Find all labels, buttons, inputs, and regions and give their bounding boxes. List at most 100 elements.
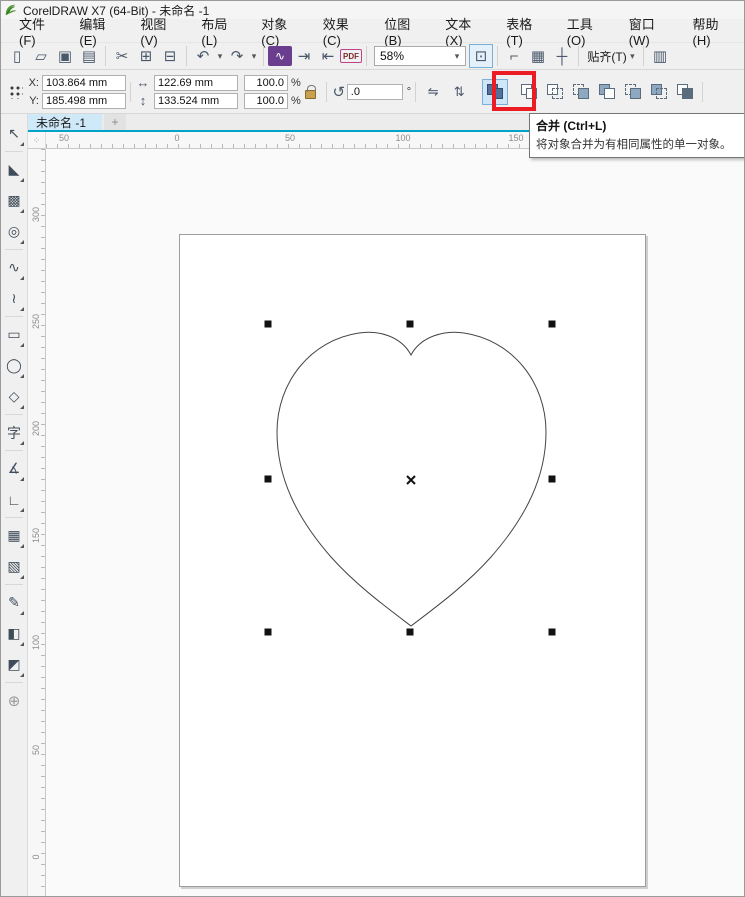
save-button[interactable]: ▣ [53,44,77,68]
guidelines-icon: ┼ [557,48,568,65]
selection-handle[interactable] [549,321,556,328]
color-eyedropper-tool[interactable]: ✎ [2,587,26,618]
shape-tool[interactable]: ◣ [2,154,26,185]
x-position-input[interactable] [42,75,126,91]
vruler-label: 0 [31,850,41,864]
customize-toolbox-button[interactable]: ⊕ [2,685,26,716]
y-position-input[interactable] [42,93,126,109]
undo-dropdown[interactable]: ▾ [215,44,225,68]
pick-tool[interactable]: ↖ [2,118,26,149]
connector-tool[interactable]: ∟ [2,484,26,515]
color-eyedropper-tool-icon: ✎ [8,594,20,611]
open-button[interactable]: ▱ [29,44,53,68]
combine-button[interactable] [482,79,508,105]
smart-fill-tool[interactable]: ◩ [2,649,26,680]
selection-center-x-marker[interactable] [407,476,415,484]
text-tool-icon: 字 [7,423,21,443]
zoom-level-value: 58% [375,49,449,63]
flyout-arrow-icon [20,276,24,280]
transparency-tool[interactable]: ▧ [2,551,26,582]
create-boundary-button[interactable] [672,79,698,105]
publish-pdf-button[interactable]: PDF [340,49,362,63]
toolbox-divider [5,249,23,250]
selection-handle[interactable] [265,321,272,328]
crop-tool[interactable]: ▩ [2,185,26,216]
flyout-arrow-icon [20,240,24,244]
options-button[interactable]: ▥ [648,44,672,68]
vertical-ruler[interactable]: 300250200150100500 [28,149,46,897]
toolbox-divider [5,450,23,451]
new-document-button[interactable]: ▯ [5,44,29,68]
front-minus-back-button[interactable] [620,79,646,105]
redo-arrow-icon: ↷ [231,47,244,65]
flyout-arrow-icon [20,405,24,409]
chevron-down-icon[interactable]: ▾ [449,51,465,62]
redo-button[interactable]: ↷ [225,44,249,68]
weld-button[interactable] [516,79,542,105]
rectangle-tool[interactable]: ▭ [2,319,26,350]
zoom-tool[interactable]: ◎ [2,216,26,247]
object-width-input[interactable] [154,75,238,91]
mirror-horizontal-button[interactable]: ⇋ [420,79,446,105]
zoom-to-fit-button[interactable]: ⊡ [469,44,493,68]
copy-icon: ⊞ [140,47,153,65]
text-tool[interactable]: 字 [2,417,26,448]
polygon-tool[interactable]: ◇ [2,381,26,412]
print-button[interactable]: ▤ [77,44,101,68]
scale-vertical-input[interactable] [244,93,288,109]
show-guidelines-button[interactable]: ┼ [550,44,574,68]
application-launcher-button[interactable]: ∿ [268,46,292,66]
dimension-tool[interactable]: ∡ [2,453,26,484]
x-position-label: X: [27,77,39,89]
interactive-fill-tool[interactable]: ◧ [2,618,26,649]
trim-button[interactable] [542,79,568,105]
show-rulers-button[interactable]: ⌐ [502,44,526,68]
scale-horizontal-input[interactable] [244,75,288,91]
drop-shadow-tool[interactable]: ▦ [2,520,26,551]
chevron-down-icon: ▾ [252,51,257,62]
vruler-label: 150 [31,529,41,543]
zoom-level-combo[interactable]: 58% ▾ [374,46,466,66]
selection-overlay [46,149,744,897]
selection-handle[interactable] [407,629,414,636]
mirror-vertical-button[interactable]: ⇅ [446,79,472,105]
hruler-label: 0 [174,133,179,143]
document-tab-label: 未命名 -1 [36,114,86,131]
export-button[interactable]: ⇤ [316,44,340,68]
paste-button[interactable]: ⊟ [158,44,182,68]
ellipse-tool[interactable]: ◯ [2,350,26,381]
flyout-arrow-icon [20,441,24,445]
import-button[interactable]: ⇥ [292,44,316,68]
selection-handle[interactable] [407,321,414,328]
selection-handle[interactable] [549,476,556,483]
redo-dropdown[interactable]: ▾ [249,44,259,68]
flyout-arrow-icon [20,178,24,182]
flyout-arrow-icon [20,209,24,213]
snap-to-button[interactable]: 贴齐(T) ▾ [583,44,639,68]
selection-handle[interactable] [265,629,272,636]
lock-ratio-icon[interactable] [305,90,316,99]
chevron-down-icon: ▾ [630,51,635,62]
plus-icon: + [111,115,118,129]
undo-button[interactable]: ↶ [191,44,215,68]
copy-button[interactable]: ⊞ [134,44,158,68]
back-minus-front-button[interactable] [646,79,672,105]
drawing-canvas[interactable] [46,149,744,897]
object-height-input[interactable] [154,93,238,109]
new-tab-button[interactable]: + [104,114,126,130]
freehand-tool[interactable]: ∿ [2,252,26,283]
intersect-button[interactable] [568,79,594,105]
interactive-fill-tool-icon: ◧ [7,625,20,642]
artistic-media-tool[interactable]: ≀ [2,283,26,314]
ruler-icon: ⌐ [510,48,519,65]
menu-bitmaps[interactable]: 位图(B) [370,11,431,51]
rotation-angle-input[interactable] [347,84,403,100]
document-tab[interactable]: 未命名 -1 [28,114,102,130]
ruler-origin[interactable]: ⁘ [28,132,46,149]
selection-handle[interactable] [549,629,556,636]
simplify-button[interactable] [594,79,620,105]
menu-help[interactable]: 帮助(H) [678,11,740,51]
selection-handle[interactable] [265,476,272,483]
show-grid-button[interactable]: ▦ [526,44,550,68]
cut-button[interactable]: ✂ [110,44,134,68]
